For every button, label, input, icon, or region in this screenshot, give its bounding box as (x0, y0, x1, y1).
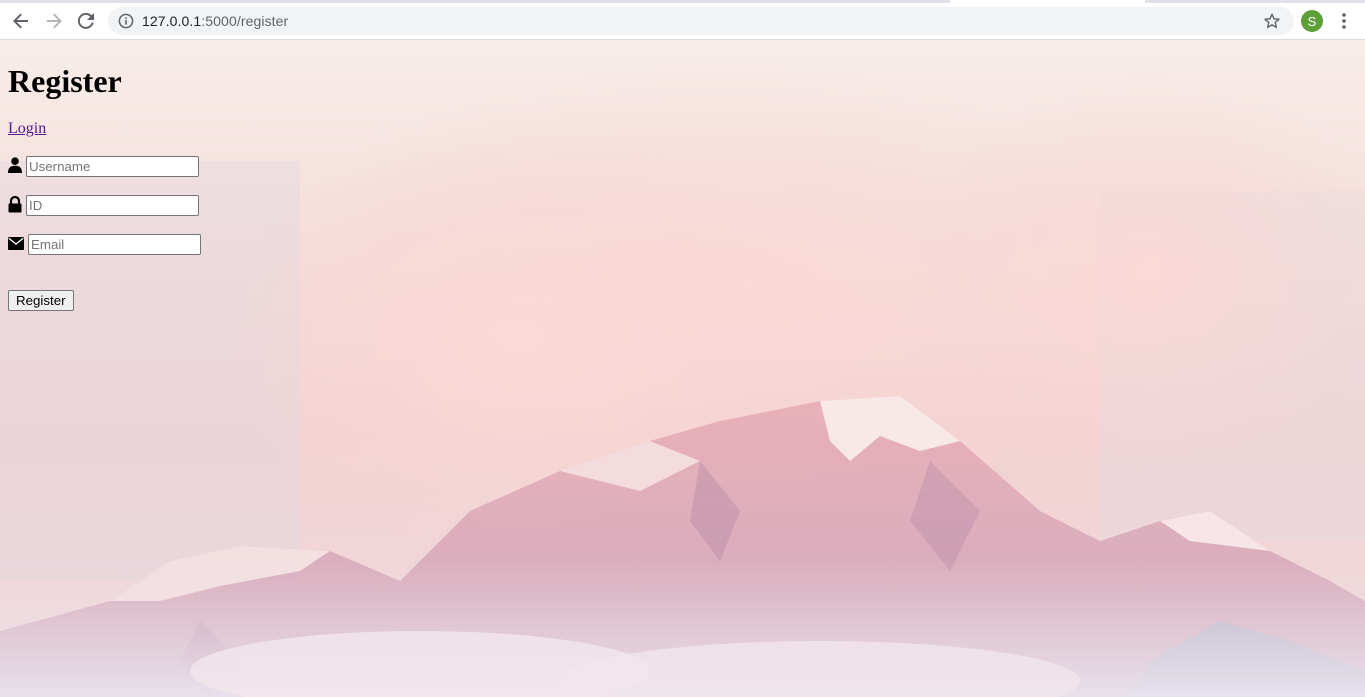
profile-avatar[interactable]: S (1301, 10, 1323, 32)
id-row (8, 195, 208, 217)
email-input[interactable] (28, 234, 201, 255)
page-title: Register (8, 63, 122, 99)
more-vert-icon[interactable] (1336, 11, 1352, 31)
envelope-icon (8, 237, 24, 250)
login-link[interactable]: Login (8, 120, 46, 138)
username-row (8, 156, 208, 178)
mountain-background-image (0, 61, 1365, 697)
forward-button[interactable] (41, 8, 67, 34)
lock-icon (8, 196, 22, 213)
reload-icon (78, 13, 94, 29)
browser-toolbar: 127.0.0.1:5000/register S (0, 0, 1365, 40)
email-row (8, 234, 208, 256)
id-input[interactable] (26, 195, 199, 216)
arrow-right-icon (47, 13, 62, 29)
address-bar[interactable]: 127.0.0.1:5000/register (108, 7, 1294, 35)
url-host: 127.0.0.1 (142, 13, 202, 29)
tab-strip (0, 0, 1365, 3)
username-input[interactable] (26, 156, 199, 177)
url-text[interactable]: 127.0.0.1:5000/register (142, 13, 288, 29)
arrow-left-icon (13, 13, 28, 29)
star-icon[interactable] (1264, 13, 1280, 29)
info-icon[interactable] (118, 13, 134, 29)
back-button[interactable] (8, 8, 34, 34)
page-viewport: Register Login Register (0, 41, 1365, 697)
reload-button[interactable] (73, 8, 99, 34)
active-tab-edge (950, 0, 1145, 3)
user-icon (8, 157, 22, 173)
url-path: :5000/register (201, 13, 289, 29)
register-button[interactable]: Register (8, 290, 74, 311)
